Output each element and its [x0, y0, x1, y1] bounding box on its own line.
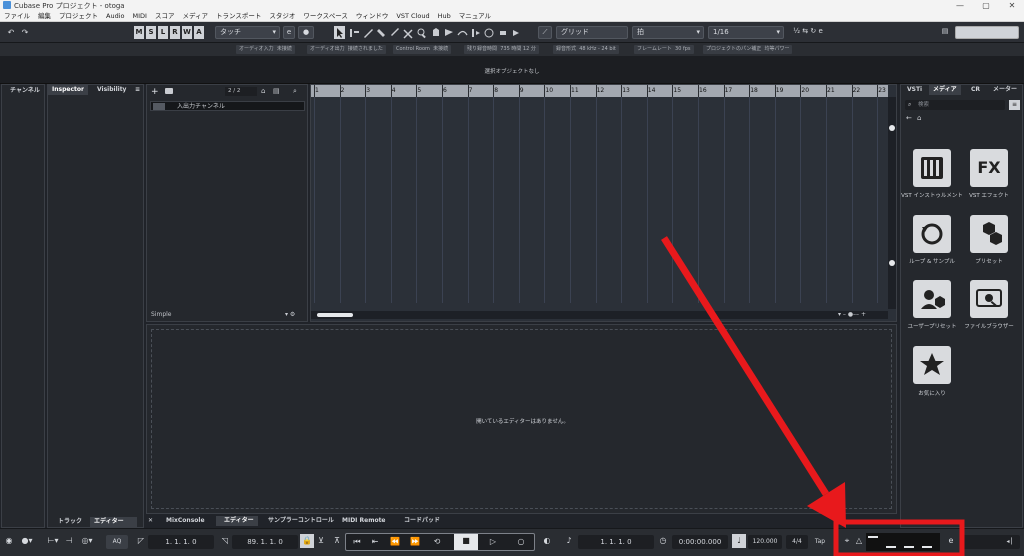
annotation-overlay	[661, 236, 965, 556]
annotation-arrow-shaft	[661, 236, 829, 496]
annotation-highlight-box	[833, 519, 965, 556]
